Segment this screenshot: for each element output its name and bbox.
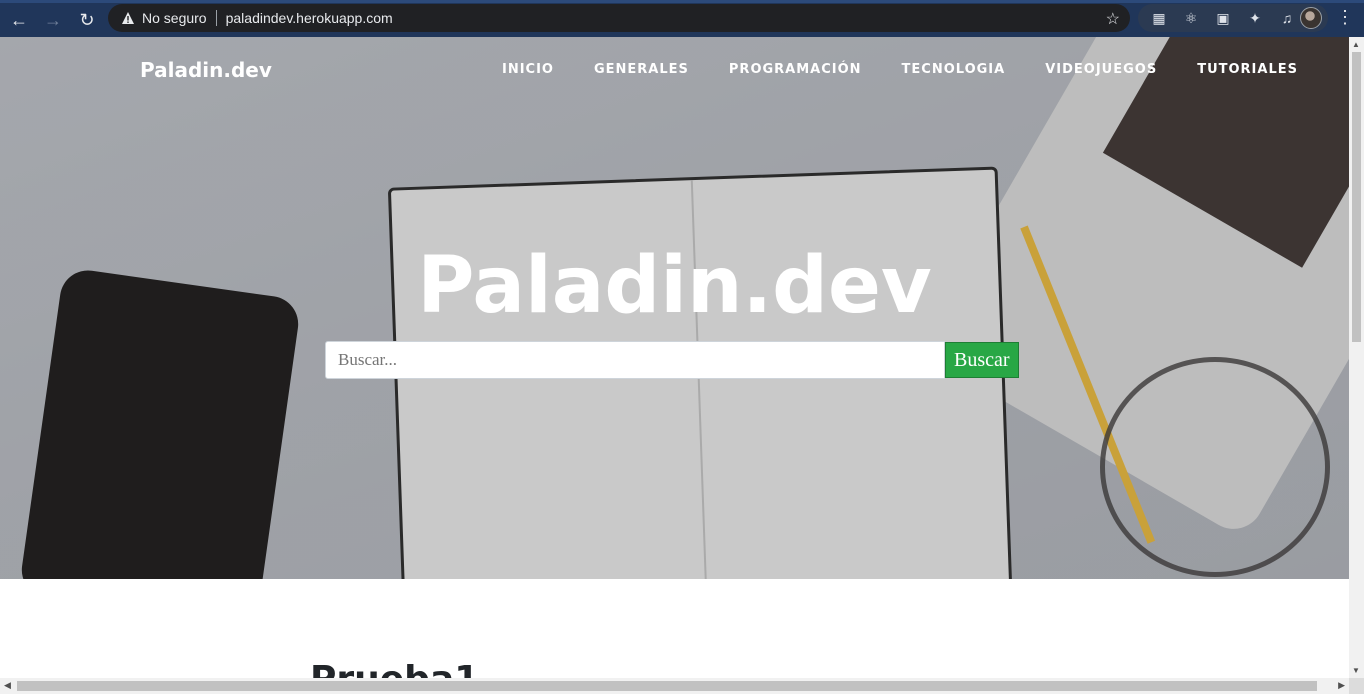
url-text[interactable]: paladindev.herokuapp.com: [226, 10, 393, 26]
vertical-scrollbar[interactable]: ▲ ▼: [1349, 37, 1364, 678]
back-icon[interactable]: ←: [4, 5, 34, 35]
hero-title: Paladin.dev: [417, 241, 932, 331]
menu-item-programacion[interactable]: PROGRAMACIÓN: [729, 62, 862, 77]
search-input[interactable]: [325, 341, 945, 379]
media-queue-icon[interactable]: ♫: [1276, 7, 1298, 29]
scroll-up-icon[interactable]: ▲: [1352, 40, 1360, 49]
glasses-image: [1100, 357, 1330, 577]
puzzle-icon[interactable]: ✦: [1244, 7, 1266, 29]
menu-item-generales[interactable]: GENERALES: [594, 62, 689, 77]
horizontal-scrollbar[interactable]: ◀ ▶: [0, 678, 1349, 694]
warning-icon[interactable]: [120, 10, 136, 26]
scroll-down-icon[interactable]: ▼: [1352, 666, 1360, 675]
menu-item-videojuegos[interactable]: VIDEOJUEGOS: [1045, 62, 1157, 77]
reload-icon[interactable]: ↻: [72, 5, 102, 35]
scrollbar-corner: [1349, 678, 1364, 694]
search-button[interactable]: Buscar: [945, 342, 1019, 378]
post-title[interactable]: Prueba1: [310, 659, 479, 678]
page-viewport: Paladin.dev INICIO GENERALES PROGRAMACIÓ…: [0, 37, 1349, 678]
star-icon[interactable]: ☆: [1106, 9, 1120, 29]
react-icon[interactable]: ⚛: [1180, 7, 1202, 29]
address-bar[interactable]: No seguro paladindev.herokuapp.com ☆: [108, 4, 1130, 32]
security-label[interactable]: No seguro: [142, 10, 207, 26]
search-form: Buscar: [325, 341, 1019, 379]
menu-item-tecnologia[interactable]: TECNOLOGIA: [902, 62, 1006, 77]
more-menu-icon[interactable]: ⋮: [1336, 8, 1354, 26]
vertical-scroll-thumb[interactable]: [1352, 52, 1361, 342]
main-menu: INICIO GENERALES PROGRAMACIÓN TECNOLOGIA…: [502, 62, 1298, 77]
posts-section: Prueba1: [0, 579, 1349, 678]
divider: [215, 10, 217, 26]
menu-item-inicio[interactable]: INICIO: [502, 62, 554, 77]
menu-item-tutoriales[interactable]: TUTORIALES: [1197, 62, 1298, 77]
horizontal-scroll-thumb[interactable]: [17, 681, 1317, 691]
scroll-right-icon[interactable]: ▶: [1338, 680, 1345, 691]
forward-icon[interactable]: →: [38, 5, 68, 35]
picture-in-picture-icon[interactable]: ▣: [1212, 7, 1234, 29]
hero-section: Paladin.dev INICIO GENERALES PROGRAMACIÓ…: [0, 37, 1349, 579]
brand-link[interactable]: Paladin.dev: [140, 58, 272, 82]
extension-icon[interactable]: ▦: [1148, 7, 1170, 29]
site-navbar: Paladin.dev INICIO GENERALES PROGRAMACIÓ…: [0, 37, 1349, 101]
scroll-left-icon[interactable]: ◀: [4, 680, 11, 691]
avatar[interactable]: [1300, 7, 1322, 29]
